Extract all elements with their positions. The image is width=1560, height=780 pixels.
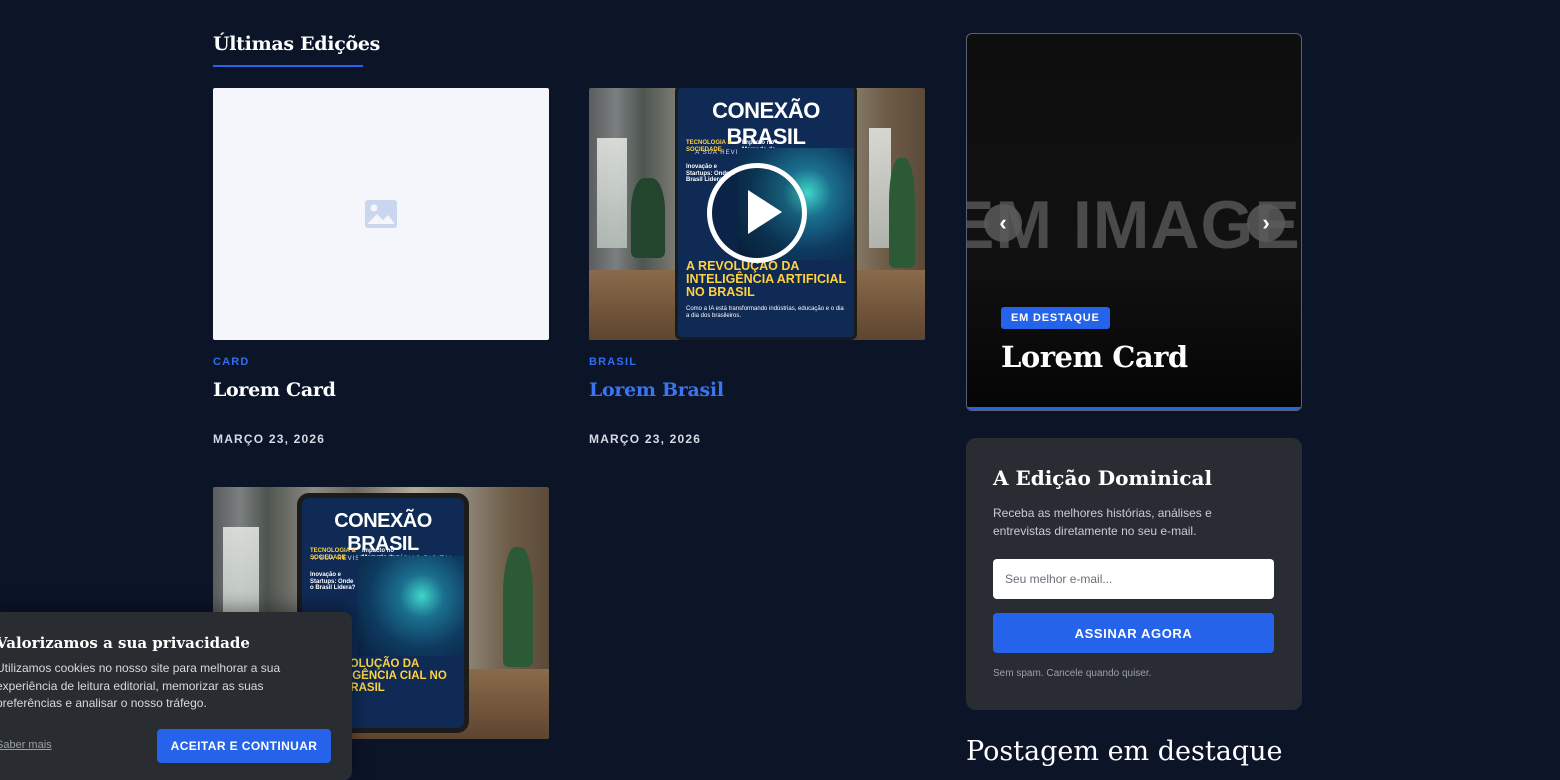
card-2-date: MARÇO 23, 2026 [589, 432, 702, 446]
play-icon[interactable] [707, 163, 807, 263]
subscribe-button[interactable]: ASSINAR AGORA [993, 613, 1274, 653]
card-2-title[interactable]: Lorem Brasil [589, 379, 724, 401]
section-title: Últimas Edições [213, 33, 381, 55]
card-1-category[interactable]: CARD [213, 356, 250, 368]
cookie-text: Utilizamos cookies no nosso site para me… [0, 661, 281, 710]
featured-title[interactable]: Lorem Card [1001, 340, 1188, 374]
newsletter-title: A Edição Dominical [993, 466, 1213, 490]
card-1-thumbnail[interactable] [213, 88, 549, 340]
card-2-category[interactable]: BRASIL [589, 356, 637, 368]
newsletter-description: Receba as melhores histórias, análises e… [993, 506, 1212, 538]
image-placeholder-icon [365, 200, 397, 228]
featured-carousel[interactable]: EM IMAGE ‹ › EM DESTAQUE Lorem Card [966, 33, 1302, 411]
featured-accent-bar [967, 407, 1301, 410]
newsletter-box: A Edição Dominical Receba as melhores hi… [966, 438, 1302, 710]
card-1-date: MARÇO 23, 2026 [213, 432, 326, 446]
section-title-underline [213, 65, 363, 67]
newsletter-email-input[interactable] [993, 559, 1274, 599]
cookie-accept-button[interactable]: ACEITAR E CONTINUAR [157, 729, 331, 763]
featured-posts-heading: Postagem em destaque [966, 736, 1283, 767]
newsletter-note: Sem spam. Cancele quando quiser. [993, 668, 1152, 679]
page: Últimas Edições CARD Lorem Card MARÇO 23… [0, 0, 1560, 780]
cookie-title: Valorizamos a sua privacidade [0, 634, 250, 652]
carousel-next-button[interactable]: › [1247, 204, 1285, 242]
featured-badge: EM DESTAQUE [1001, 307, 1110, 329]
cookie-learn-more-link[interactable]: Saber mais [0, 739, 52, 751]
cookie-banner: Valorizamos a sua privacidade Utilizamos… [0, 612, 352, 780]
carousel-prev-button[interactable]: ‹ [984, 204, 1022, 242]
card-1-title[interactable]: Lorem Card [213, 379, 336, 401]
